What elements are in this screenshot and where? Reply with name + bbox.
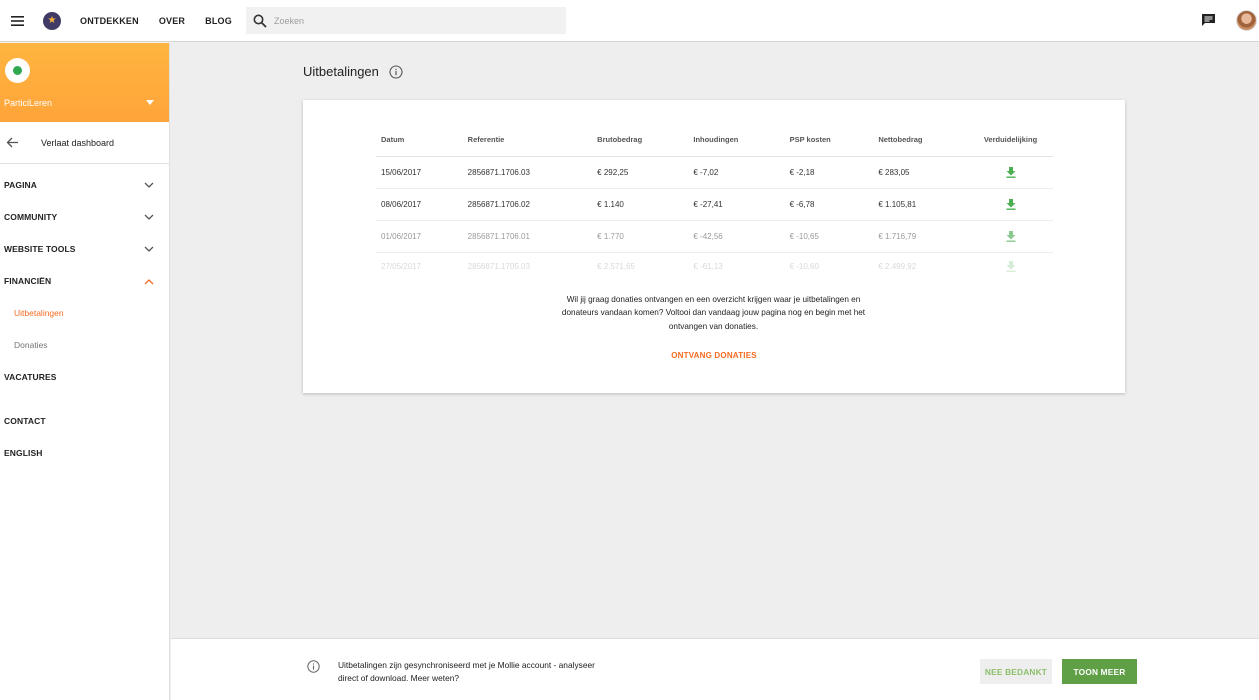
nav-ontdekken[interactable]: ONTDEKKEN xyxy=(80,16,139,26)
cell-psp-kosten: € -2,18 xyxy=(784,156,874,189)
receive-donations-link: ONTVANG DONATIES xyxy=(303,351,1125,360)
cell-verduidelijking xyxy=(968,220,1053,253)
banner-text: Uitbetalingen zijn gesynchroniseerd met … xyxy=(338,660,595,683)
arrow-left-icon xyxy=(6,137,18,148)
cell-verduidelijking xyxy=(968,156,1053,189)
table-header-row: Datum Referentie Brutobedrag Inhoudingen… xyxy=(376,123,1053,157)
organisation-avatar xyxy=(5,58,30,83)
sidebar-item-contact[interactable]: CONTACT xyxy=(0,405,169,437)
page-title-text: Uitbetalingen xyxy=(303,64,379,79)
sidebar-item-label: WEBSITE TOOLS xyxy=(4,244,76,254)
hamburger-menu-icon[interactable] xyxy=(0,0,34,42)
column-header-brutobedrag: Brutobedrag xyxy=(592,123,689,157)
cell-referentie: 2856871.1706.02 xyxy=(462,188,593,221)
cell-datum: 27/05/2017 xyxy=(381,261,422,271)
chevron-up-icon xyxy=(144,278,154,284)
sidebar-item-label: CONTACT xyxy=(4,416,46,426)
cell-nettobedrag: € 2.499,92 xyxy=(878,261,917,271)
column-header-datum: Datum xyxy=(376,123,463,157)
table-row: 27/05/2017 2856871.1705.03 € 2.571,65 € … xyxy=(376,252,1053,280)
cell-brutobedrag: € 1.140 xyxy=(592,188,689,221)
sidebar-item-pagina[interactable]: PAGINA xyxy=(0,169,169,201)
page-title: Uitbetalingen xyxy=(303,64,403,79)
table-row: 15/06/2017 2856871.1706.03 € 292,25 € -7… xyxy=(376,156,1053,189)
sidebar-subitem-donaties[interactable]: Donaties xyxy=(0,329,169,361)
cell-nettobedrag: € 283,05 xyxy=(873,156,968,189)
show-more-button[interactable]: TOON MEER xyxy=(1062,659,1137,684)
cell-verduidelijking xyxy=(968,188,1053,221)
payouts-table: Datum Referentie Brutobedrag Inhoudingen… xyxy=(376,123,1053,280)
dropdown-caret-icon[interactable] xyxy=(146,100,154,105)
cell-datum: 01/06/2017 xyxy=(376,220,463,253)
cell-psp-kosten: € -6,78 xyxy=(784,188,874,221)
cell-inhoudingen: € -27,41 xyxy=(688,188,785,221)
download-icon[interactable] xyxy=(1006,230,1016,242)
cell-brutobedrag: € 2.571,65 xyxy=(597,261,635,271)
cell-psp-kosten: € -10,65 xyxy=(784,220,874,253)
download-icon[interactable] xyxy=(1006,166,1016,178)
info-icon[interactable] xyxy=(389,64,403,79)
cell-brutobedrag: € 1.770 xyxy=(592,220,689,253)
cell-datum: 15/06/2017 xyxy=(376,156,463,189)
cell-verduidelijking xyxy=(968,252,1053,280)
sidebar-item-label: FINANCIËN xyxy=(4,276,52,286)
cell-referentie: 2856871.1706.01 xyxy=(462,220,593,253)
column-header-inhoudingen: Inhoudingen xyxy=(688,123,785,157)
table-row: 01/06/2017 2856871.1706.01 € 1.770 € -42… xyxy=(376,220,1053,253)
user-avatar[interactable] xyxy=(1236,10,1257,31)
column-header-nettobedrag: Nettobedrag xyxy=(873,123,968,157)
cell-nettobedrag: € 1.716,79 xyxy=(873,220,968,253)
column-header-psp-kosten: PSP kosten xyxy=(784,123,874,157)
logo-icon[interactable]: ★ xyxy=(43,11,61,30)
organisation-name: ParticiLeren xyxy=(4,98,53,108)
cell-nettobedrag: € 1.105,81 xyxy=(873,188,968,221)
chevron-down-icon xyxy=(144,246,154,252)
cell-brutobedrag: € 292,25 xyxy=(592,156,689,189)
sidebar-item-community[interactable]: COMMUNITY xyxy=(0,201,169,233)
cell-datum: 08/06/2017 xyxy=(376,188,463,221)
mollie-sync-banner: Uitbetalingen zijn gesynchroniseerd met … xyxy=(171,638,1259,700)
top-bar: ★ ONTDEKKEN OVER BLOG xyxy=(0,0,1259,42)
chevron-down-icon xyxy=(144,214,154,220)
sidebar: ParticiLeren Verlaat dashboard PAGINA CO… xyxy=(0,43,170,700)
chat-icon[interactable] xyxy=(1201,13,1216,27)
sidebar-item-label: ENGLISH xyxy=(4,448,43,458)
receive-donations-button[interactable]: ONTVANG DONATIES xyxy=(671,351,757,360)
column-header-verduidelijking: Verduidelijking xyxy=(968,123,1053,157)
sidebar-item-label: PAGINA xyxy=(4,180,38,190)
cell-inhoudingen: € -7,02 xyxy=(688,156,785,189)
nav-over[interactable]: OVER xyxy=(159,16,185,26)
search-bar xyxy=(246,7,566,34)
download-icon[interactable] xyxy=(1006,198,1016,210)
column-header-referentie: Referentie xyxy=(462,123,593,157)
search-input[interactable] xyxy=(274,15,554,26)
payouts-card: Datum Referentie Brutobedrag Inhoudingen… xyxy=(303,100,1125,393)
cell-inhoudingen: € -61,13 xyxy=(693,261,723,271)
sidebar-item-english[interactable]: ENGLISH xyxy=(0,437,169,469)
dismiss-button[interactable]: NEE BEDANKT xyxy=(980,659,1052,684)
nav-blog[interactable]: BLOG xyxy=(205,16,232,26)
sidebar-item-label: VACATURES xyxy=(4,372,57,382)
cell-referentie: 2856871.1706.03 xyxy=(462,156,593,189)
leave-dashboard-label: Verlaat dashboard xyxy=(41,137,115,148)
download-icon[interactable] xyxy=(1006,260,1016,272)
sidebar-item-label: COMMUNITY xyxy=(4,212,58,222)
cell-inhoudingen: € -42,56 xyxy=(688,220,785,253)
cell-referentie: 2856871.1705.03 xyxy=(467,261,530,271)
sidebar-subitem-uitbetalingen[interactable]: Uitbetalingen xyxy=(0,297,169,329)
table-row: 08/06/2017 2856871.1706.02 € 1.140 € -27… xyxy=(376,188,1053,221)
search-icon[interactable] xyxy=(253,14,267,28)
organisation-header[interactable]: ParticiLeren xyxy=(0,43,169,122)
cell-psp-kosten: € -10,60 xyxy=(789,261,819,271)
sidebar-item-website-tools[interactable]: WEBSITE TOOLS xyxy=(0,233,169,265)
sidebar-item-financien[interactable]: FINANCIËN xyxy=(0,265,169,297)
info-icon xyxy=(307,660,320,673)
sidebar-item-vacatures[interactable]: VACATURES xyxy=(0,361,169,393)
chevron-down-icon xyxy=(144,182,154,188)
donations-notice: Wil jij graag donaties ontvangen en een … xyxy=(561,295,866,331)
leave-dashboard-link[interactable]: Verlaat dashboard xyxy=(0,122,169,164)
